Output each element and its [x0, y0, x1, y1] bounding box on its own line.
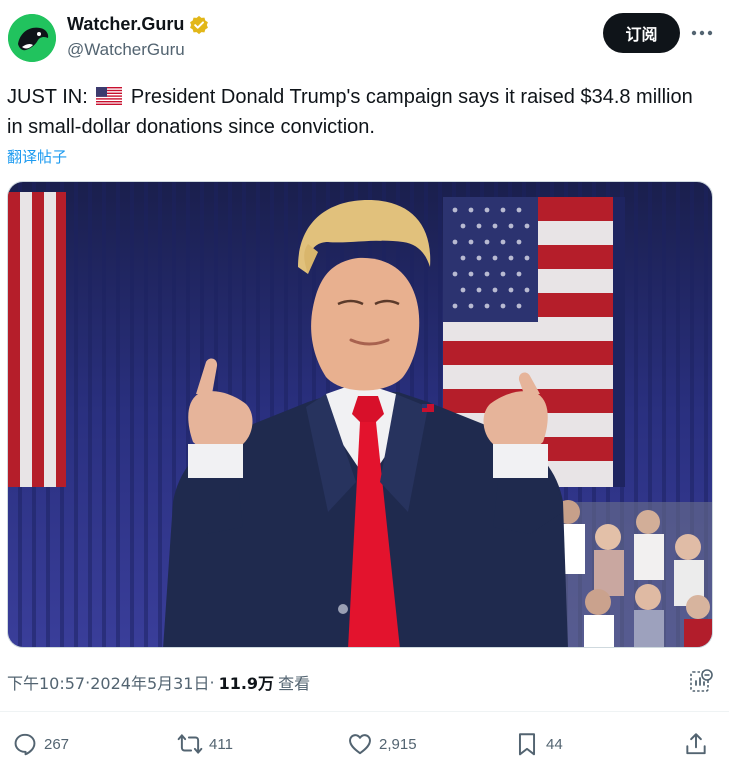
bookmark-icon: [518, 733, 536, 756]
share-button[interactable]: [683, 731, 709, 757]
display-name-row[interactable]: Watcher.Guru: [67, 14, 209, 35]
tweet-photo[interactable]: [7, 181, 713, 648]
view-analytics-icon[interactable]: [688, 668, 714, 694]
reply-count: 267: [44, 735, 70, 753]
repost-button[interactable]: 411: [177, 731, 233, 757]
tweet-meta: 下午10:57 · 2024年5月31日 · 11.9万 查看: [7, 670, 310, 694]
reply-button[interactable]: 267: [12, 731, 69, 757]
more-options-button[interactable]: [687, 20, 717, 46]
like-count: 2,915: [379, 735, 417, 753]
tweet-time[interactable]: 下午10:57: [7, 670, 85, 694]
left-flag: [8, 192, 66, 487]
more-dots-icon: [691, 30, 713, 36]
us-flag-emoji-icon: [96, 87, 123, 105]
author-handle[interactable]: @WatcherGuru: [67, 40, 185, 60]
bookmark-count: 44: [546, 735, 563, 753]
watcher-guru-logo-icon: [8, 14, 56, 62]
verified-badge-icon[interactable]: [189, 15, 209, 35]
tweet-prefix: JUST IN:: [7, 86, 94, 108]
tweet-date[interactable]: 2024年5月31日: [90, 670, 209, 694]
divider: [0, 711, 729, 712]
translate-post-link[interactable]: 翻译帖子: [7, 146, 67, 167]
tweet-text: JUST IN: President Donald Trump's campai…: [7, 82, 707, 142]
views-label: 查看: [278, 674, 311, 693]
share-icon: [686, 733, 706, 755]
heart-icon: [349, 734, 371, 755]
reply-icon: [14, 733, 36, 756]
views-count: 11.9万: [218, 674, 275, 693]
like-button[interactable]: 2,915: [347, 731, 417, 757]
tweet-header: Watcher.Guru @WatcherGuru 订阅: [0, 0, 729, 72]
meta-separator: ·: [209, 672, 215, 692]
repost-count: 411: [209, 735, 233, 753]
bookmark-button[interactable]: 44: [514, 731, 563, 757]
author-display-name[interactable]: Watcher.Guru: [67, 14, 184, 35]
author-avatar[interactable]: [8, 14, 56, 62]
repost-icon: [177, 734, 203, 754]
subscribe-button[interactable]: 订阅: [603, 13, 680, 53]
rally-photo-illustration: [8, 182, 712, 647]
